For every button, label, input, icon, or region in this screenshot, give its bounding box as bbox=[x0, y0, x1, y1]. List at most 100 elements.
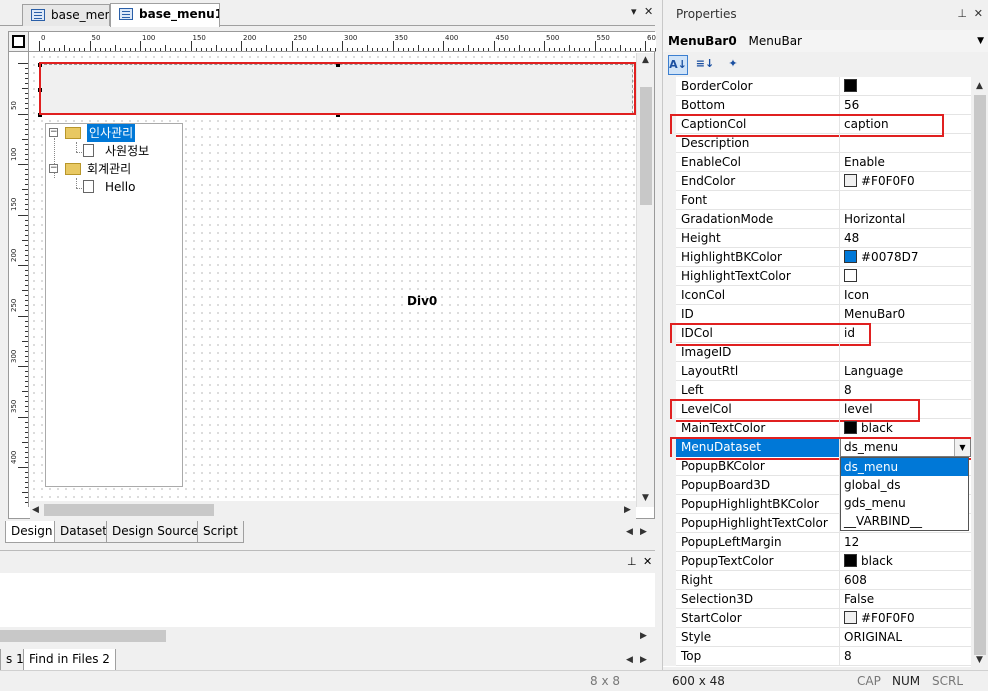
scroll-right-icon[interactable]: ▶ bbox=[640, 631, 647, 641]
event-icon[interactable]: ✦ bbox=[723, 55, 743, 75]
collapse-icon[interactable]: − bbox=[49, 164, 58, 173]
scroll-thumb[interactable] bbox=[44, 504, 214, 516]
dropdown-option[interactable]: global_ds bbox=[841, 476, 968, 494]
property-value[interactable]: #F0F0F0 bbox=[840, 172, 971, 191]
ruler-tick bbox=[205, 48, 207, 51]
property-value[interactable]: ORIGINAL bbox=[840, 628, 971, 647]
tab-list-dropdown-icon[interactable]: ▾ bbox=[631, 5, 637, 18]
dropdown-option[interactable]: ds_menu bbox=[841, 458, 968, 476]
property-row-iconcol[interactable]: IconCol Icon bbox=[663, 286, 971, 305]
property-row-top[interactable]: Top 8 bbox=[663, 647, 971, 666]
property-value[interactable]: black bbox=[840, 419, 971, 438]
property-row-right[interactable]: Right 608 bbox=[663, 571, 971, 590]
property-value[interactable]: Language bbox=[840, 362, 971, 381]
sort-alphabetical-icon[interactable]: A↓ bbox=[668, 55, 688, 75]
chevron-down-icon[interactable]: ▼ bbox=[977, 30, 984, 52]
ruler-tick bbox=[129, 48, 131, 51]
property-value[interactable] bbox=[840, 134, 971, 153]
property-value[interactable] bbox=[840, 77, 971, 96]
tab-scroll-right-icon[interactable]: ▶ bbox=[640, 527, 647, 537]
canvas-vertical-scrollbar[interactable]: ▲ ▼ bbox=[636, 53, 654, 507]
property-row-layoutrtl[interactable]: LayoutRtl Language bbox=[663, 362, 971, 381]
tab-dataset[interactable]: Dataset bbox=[54, 521, 113, 543]
property-row-maintextcolor[interactable]: MainTextColor black bbox=[663, 419, 971, 438]
property-value[interactable]: 12 bbox=[840, 533, 971, 552]
collapse-icon[interactable]: − bbox=[49, 128, 58, 137]
property-row-height[interactable]: Height 48 bbox=[663, 229, 971, 248]
menu-dataset-dropdown[interactable]: ds_menu global_ds gds_menu __VARBIND__ bbox=[840, 457, 969, 531]
property-row-endcolor[interactable]: EndColor #F0F0F0 bbox=[663, 172, 971, 191]
canvas-horizontal-scrollbar[interactable]: ◀ ▶ bbox=[30, 501, 636, 519]
property-value[interactable]: 56 bbox=[840, 96, 971, 115]
ruler-tick bbox=[569, 45, 571, 51]
property-row-description[interactable]: Description bbox=[663, 134, 971, 153]
tab-scroll-left-icon[interactable]: ◀ bbox=[626, 655, 633, 665]
pin-icon[interactable]: ⊥ bbox=[627, 555, 637, 568]
design-canvas[interactable]: 0 50 100 150 200 250 300 350 400 450 500 550 600 50 1… bbox=[8, 31, 656, 519]
properties-vertical-scrollbar[interactable]: ▲ ▼ bbox=[971, 77, 988, 667]
tab-script[interactable]: Script bbox=[197, 521, 244, 543]
property-value[interactable]: #F0F0F0 bbox=[840, 609, 971, 628]
property-value[interactable]: black bbox=[840, 552, 971, 571]
property-value[interactable]: 48 bbox=[840, 229, 971, 248]
property-value[interactable] bbox=[840, 343, 971, 362]
sort-category-icon[interactable]: ≡↓ bbox=[695, 55, 715, 75]
property-row-startcolor[interactable]: StartColor #F0F0F0 bbox=[663, 609, 971, 628]
property-value[interactable]: Horizontal bbox=[840, 210, 971, 229]
property-row-bottom[interactable]: Bottom 56 bbox=[663, 96, 971, 115]
ruler-tick bbox=[538, 48, 540, 51]
output-horizontal-scrollbar[interactable]: ▶ bbox=[0, 627, 655, 645]
property-row-font[interactable]: Font bbox=[663, 191, 971, 210]
property-value[interactable]: 608 bbox=[840, 571, 971, 590]
property-row-id[interactable]: ID MenuBar0 bbox=[663, 305, 971, 324]
property-row-highlightbkcolor[interactable]: HighlightBKColor #0078D7 bbox=[663, 248, 971, 267]
close-icon[interactable]: ✕ bbox=[644, 5, 653, 18]
close-icon[interactable]: ✕ bbox=[974, 0, 983, 28]
ruler-tick bbox=[18, 63, 28, 64]
tab-design-source[interactable]: Design Source bbox=[106, 521, 205, 543]
tab-scroll-left-icon[interactable]: ◀ bbox=[626, 527, 633, 537]
scroll-up-icon[interactable]: ▲ bbox=[976, 81, 983, 91]
property-value[interactable] bbox=[840, 191, 971, 210]
property-row-popuptextcolor[interactable]: PopupTextColor black bbox=[663, 552, 971, 571]
property-row-style[interactable]: Style ORIGINAL bbox=[663, 628, 971, 647]
property-value[interactable]: Enable bbox=[840, 153, 971, 172]
scroll-down-icon[interactable]: ▼ bbox=[642, 493, 649, 503]
scroll-right-icon[interactable]: ▶ bbox=[624, 505, 631, 515]
property-value[interactable]: MenuBar0 bbox=[840, 305, 971, 324]
menu-tree[interactable]: − 인사관리 사원정보 − 회계관리 Hello bbox=[45, 123, 183, 487]
property-value[interactable] bbox=[840, 267, 971, 286]
property-row-highlighttextcolor[interactable]: HighlightTextColor bbox=[663, 267, 971, 286]
scroll-down-icon[interactable]: ▼ bbox=[976, 655, 983, 665]
tab-scroll-right-icon[interactable]: ▶ bbox=[640, 655, 647, 665]
scroll-thumb[interactable] bbox=[0, 630, 166, 642]
property-value[interactable]: Icon bbox=[840, 286, 971, 305]
property-row-bordercolor[interactable]: BorderColor bbox=[663, 77, 971, 96]
property-row-selection3d[interactable]: Selection3D False bbox=[663, 590, 971, 609]
ruler-tick bbox=[25, 153, 28, 155]
close-icon[interactable]: ✕ bbox=[643, 555, 652, 568]
object-size-readout: 600 x 48 bbox=[672, 674, 725, 688]
property-value[interactable]: 8 bbox=[840, 647, 971, 666]
dropdown-option[interactable]: __VARBIND__ bbox=[841, 512, 968, 530]
property-row-gradationmode[interactable]: GradationMode Horizontal bbox=[663, 210, 971, 229]
property-value[interactable]: #0078D7 bbox=[840, 248, 971, 267]
dropdown-option[interactable]: gds_menu bbox=[841, 494, 968, 512]
property-row-imageid[interactable]: ImageID bbox=[663, 343, 971, 362]
scroll-up-icon[interactable]: ▲ bbox=[642, 55, 649, 65]
scroll-thumb[interactable] bbox=[640, 87, 652, 205]
ruler-tick bbox=[377, 48, 379, 51]
scroll-thumb[interactable] bbox=[974, 95, 986, 655]
property-row-enablecol[interactable]: EnableCol Enable bbox=[663, 153, 971, 172]
property-row-popupleftmargin[interactable]: PopupLeftMargin 12 bbox=[663, 533, 971, 552]
object-selector[interactable]: MenuBar0 MenuBar ▼ bbox=[663, 30, 988, 52]
tab-find-in-files-2[interactable]: Find in Files 2 bbox=[23, 649, 116, 671]
scroll-left-icon[interactable]: ◀ bbox=[32, 505, 39, 515]
doc-tab-base-menu[interactable]: base_menu bbox=[22, 4, 110, 26]
property-value[interactable]: 8 bbox=[840, 381, 971, 400]
tab-design[interactable]: Design bbox=[5, 521, 59, 543]
doc-tab-base-menu1[interactable]: base_menu1 * bbox=[110, 3, 220, 27]
pin-icon[interactable]: ⊥ bbox=[957, 0, 967, 28]
property-row-left[interactable]: Left 8 bbox=[663, 381, 971, 400]
property-value[interactable]: False bbox=[840, 590, 971, 609]
